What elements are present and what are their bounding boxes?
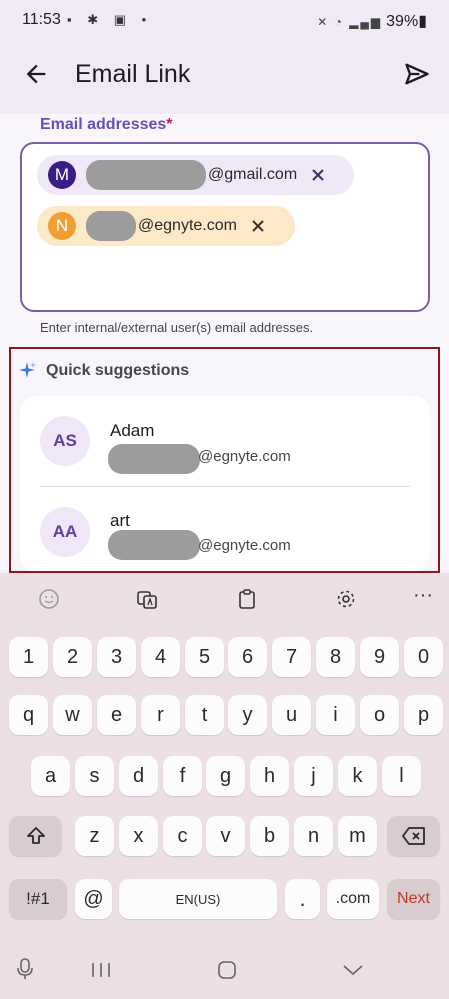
suggestion-name[interactable]: art: [110, 511, 130, 531]
chip-avatar: M: [48, 161, 76, 189]
key-4[interactable]: 4: [141, 637, 180, 677]
signal-icon: ✕ ◔ ▂▄▆: [317, 15, 383, 29]
more-options-icon[interactable]: ···: [408, 580, 438, 610]
key-d[interactable]: d: [119, 756, 158, 796]
chip-email-domain: @gmail.com: [208, 166, 298, 183]
email-field-label: Email addresses*: [40, 116, 173, 133]
page-title: Email Link: [75, 60, 191, 88]
key-t[interactable]: t: [185, 695, 224, 735]
key-a[interactable]: a: [31, 756, 70, 796]
key-r[interactable]: r: [141, 695, 180, 735]
settings-gear-icon[interactable]: [331, 584, 361, 614]
key-q[interactable]: q: [9, 695, 48, 735]
key-w[interactable]: w: [53, 695, 92, 735]
hide-keyboard-chevron-down-icon[interactable]: [341, 962, 365, 978]
clipboard-icon[interactable]: [232, 584, 262, 614]
key-1[interactable]: 1: [9, 637, 48, 677]
key-l[interactable]: l: [382, 756, 421, 796]
key-dotcom[interactable]: .com: [327, 879, 379, 919]
emoji-icon[interactable]: [34, 584, 64, 614]
key-c[interactable]: c: [163, 816, 202, 856]
chip-avatar: N: [48, 212, 76, 240]
battery-level: 39%: [386, 13, 419, 30]
key-8[interactable]: 8: [316, 637, 355, 677]
translate-icon[interactable]: [132, 584, 162, 614]
key-i[interactable]: i: [316, 695, 355, 735]
suggestion-divider: [40, 486, 410, 487]
suggestion-email-domain[interactable]: @egnyte.com: [198, 448, 291, 465]
suggestion-avatar[interactable]: AA: [40, 507, 90, 557]
remove-chip-icon[interactable]: [249, 217, 267, 235]
next-key[interactable]: Next: [387, 879, 440, 919]
status-time: 11:53: [22, 11, 61, 28]
key-2[interactable]: 2: [53, 637, 92, 677]
home-icon[interactable]: [216, 959, 238, 981]
send-icon[interactable]: [403, 60, 431, 88]
symbols-key[interactable]: !#1: [9, 879, 67, 919]
key-z[interactable]: z: [75, 816, 114, 856]
email-chip[interactable]: N @egnyte.com: [37, 206, 295, 246]
redacted-username: [86, 160, 206, 190]
suggestion-email-domain[interactable]: @egnyte.com: [198, 537, 291, 554]
key-3[interactable]: 3: [97, 637, 136, 677]
remove-chip-icon[interactable]: [309, 166, 327, 184]
key-m[interactable]: m: [338, 816, 377, 856]
status-bar: 11:53 ▪ ✱ ▣ • ✕ ◔ ▂▄▆ 39%▮: [0, 0, 449, 42]
space-key[interactable]: EN(US): [119, 879, 277, 919]
shift-key[interactable]: [9, 816, 62, 856]
redacted-username: [86, 211, 136, 241]
key-f[interactable]: f: [163, 756, 202, 796]
chip-email-domain: @egnyte.com: [138, 217, 237, 234]
key-7[interactable]: 7: [272, 637, 311, 677]
key-6[interactable]: 6: [228, 637, 267, 677]
back-arrow-icon[interactable]: [22, 60, 50, 88]
key-j[interactable]: j: [294, 756, 333, 796]
key-v[interactable]: v: [206, 816, 245, 856]
redacted-username: [108, 444, 200, 474]
recent-apps-icon[interactable]: [90, 961, 112, 979]
key-p[interactable]: p: [404, 695, 443, 735]
email-chip[interactable]: M @gmail.com: [37, 155, 354, 195]
microphone-icon[interactable]: [15, 957, 35, 981]
key-o[interactable]: o: [360, 695, 399, 735]
key-s[interactable]: s: [75, 756, 114, 796]
key-n[interactable]: n: [294, 816, 333, 856]
key-k[interactable]: k: [338, 756, 377, 796]
email-helper-text: Enter internal/external user(s) email ad…: [40, 320, 314, 335]
key-e[interactable]: e: [97, 695, 136, 735]
key-g[interactable]: g: [206, 756, 245, 796]
key-b[interactable]: b: [250, 816, 289, 856]
key-u[interactable]: u: [272, 695, 311, 735]
redacted-username: [108, 530, 200, 560]
sparkle-icon: [19, 362, 36, 378]
backspace-key[interactable]: [387, 816, 440, 856]
app-bar: Email Link: [0, 42, 449, 114]
key-dot[interactable]: .: [285, 879, 320, 919]
key-x[interactable]: x: [119, 816, 158, 856]
key-0[interactable]: 0: [404, 637, 443, 677]
suggestion-avatar[interactable]: AS: [40, 416, 90, 466]
key-5[interactable]: 5: [185, 637, 224, 677]
status-right: ✕ ◔ ▂▄▆ 39%▮: [317, 13, 427, 30]
key-at[interactable]: @: [75, 879, 112, 919]
key-h[interactable]: h: [250, 756, 289, 796]
key-9[interactable]: 9: [360, 637, 399, 677]
quick-suggestions-title: Quick suggestions: [46, 362, 190, 379]
key-y[interactable]: y: [228, 695, 267, 735]
suggestion-name[interactable]: Adam: [110, 421, 154, 441]
notification-icons: ▪ ✱ ▣ •: [67, 12, 153, 27]
